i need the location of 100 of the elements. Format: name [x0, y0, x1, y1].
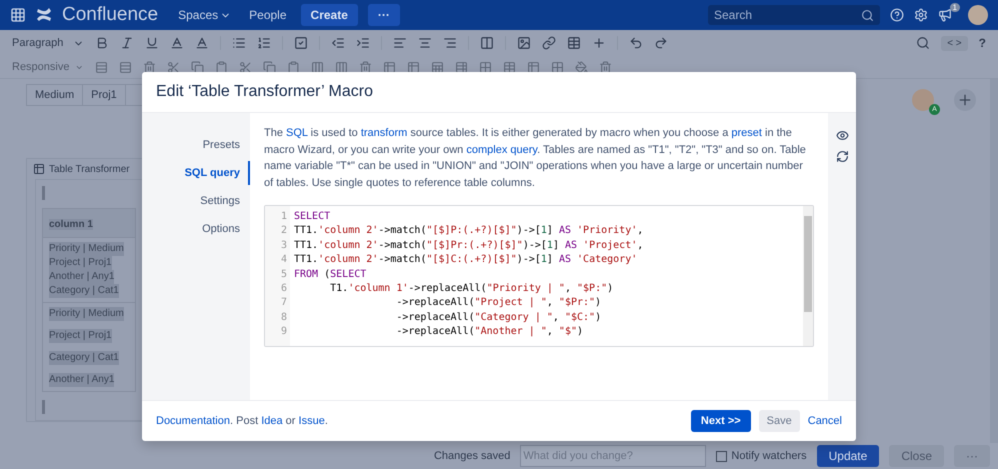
- header-row-icon[interactable]: [383, 60, 396, 74]
- notification-icon[interactable]: [938, 8, 952, 22]
- table-icon[interactable]: [455, 60, 468, 74]
- next-button[interactable]: Next >>: [690, 410, 751, 432]
- bullet-list-icon[interactable]: [232, 36, 246, 50]
- footer-link[interactable]: Idea: [261, 415, 283, 427]
- text-style-icon[interactable]: [195, 36, 209, 50]
- redo-icon[interactable]: [654, 36, 668, 50]
- cell-text: Project | Proj1: [49, 256, 112, 270]
- dialog-tab[interactable]: SQL query: [142, 161, 250, 185]
- notification-count: 1: [950, 3, 960, 12]
- logo-icon[interactable]: [36, 8, 52, 22]
- code-line: FROM (SELECT: [294, 268, 368, 282]
- indent-icon[interactable]: [356, 36, 370, 50]
- underline-icon[interactable]: [145, 36, 159, 50]
- code-line: ->replaceAll("Another | ", "$"): [395, 325, 584, 340]
- scrollbar[interactable]: [803, 206, 813, 346]
- insert-icon[interactable]: [592, 36, 606, 50]
- table-cell: Medium: [27, 85, 84, 105]
- delete-column-icon[interactable]: [359, 60, 372, 74]
- update-button[interactable]: Update: [816, 445, 880, 467]
- sql-editor[interactable]: [264, 205, 814, 347]
- code-line: TT1.'column 2'->match("[$]P:(.+?)[$]")->[1] AS 'Priority',: [294, 224, 644, 238]
- more-button[interactable]: ···: [368, 4, 400, 26]
- line-number: 9: [280, 325, 287, 340]
- table-icon[interactable]: [567, 36, 581, 50]
- create-button[interactable]: Create: [300, 4, 358, 26]
- help-link[interactable]: complex query: [466, 144, 538, 156]
- search-icon[interactable]: [916, 36, 930, 50]
- search-field[interactable]: Search: [708, 5, 880, 25]
- help-link[interactable]: SQL: [286, 127, 308, 139]
- layout-icon[interactable]: [480, 36, 494, 50]
- fill-icon[interactable]: [575, 60, 588, 74]
- cell-text: Category | Cat1: [49, 351, 119, 365]
- cell-text: Priority | Medium: [49, 307, 124, 321]
- delete-row-icon[interactable]: [143, 60, 156, 74]
- line-number: 6: [280, 282, 287, 296]
- copy-icon[interactable]: [191, 60, 204, 74]
- code-line: ->replaceAll("Category | ", "$C:"): [395, 310, 602, 325]
- user-avatar[interactable]: [968, 5, 988, 25]
- copy-column-icon[interactable]: [263, 60, 276, 74]
- dialog-tab[interactable]: Settings: [142, 189, 250, 213]
- help-link[interactable]: transform: [360, 127, 408, 139]
- cancel-link[interactable]: Cancel: [808, 415, 842, 427]
- line-number: 5: [280, 268, 287, 282]
- align-left-icon[interactable]: [393, 36, 407, 50]
- help-icon[interactable]: [890, 8, 904, 22]
- dialog-tab[interactable]: Presets: [142, 133, 250, 157]
- dialog-tab[interactable]: Options: [142, 217, 250, 241]
- align-right-icon[interactable]: [443, 36, 457, 50]
- nav-link[interactable]: Spaces: [174, 8, 236, 22]
- task-icon[interactable]: [294, 36, 308, 50]
- line-number: 1: [280, 210, 287, 224]
- line-number: 3: [280, 238, 287, 253]
- numbered-list-icon[interactable]: [257, 36, 271, 50]
- undo-icon[interactable]: [629, 36, 643, 50]
- code-line: ->replaceAll("Project | ", "$Pr:"): [395, 296, 602, 310]
- add-column-icon[interactable]: [335, 60, 348, 74]
- cell-text: Another | Any1: [49, 270, 114, 284]
- help-link[interactable]: preset: [731, 127, 762, 139]
- footer-link[interactable]: Issue: [298, 415, 325, 427]
- italic-icon[interactable]: [120, 36, 134, 50]
- cell-text: Priority | Medium: [49, 242, 124, 256]
- preview-icon[interactable]: [836, 129, 848, 142]
- macro-icon: [33, 163, 45, 175]
- line-number: 4: [280, 253, 287, 268]
- image-icon[interactable]: [517, 36, 531, 50]
- save-button[interactable]: Save: [758, 410, 800, 432]
- cursor-mark: [42, 400, 45, 414]
- text-color-icon[interactable]: [170, 36, 184, 50]
- cut-icon[interactable]: [167, 60, 180, 74]
- link-icon[interactable]: [542, 36, 556, 50]
- line-number: 7: [280, 296, 287, 310]
- search-icon: [861, 8, 874, 22]
- code-line: T1.'column 1'->replaceAll("Priority | ", "$P:"): [329, 282, 614, 296]
- outdent-icon[interactable]: [331, 36, 345, 50]
- settings-icon[interactable]: [914, 8, 928, 22]
- insert-column-icon[interactable]: [311, 60, 324, 74]
- code-line: TT1.'column 2'->match("[$]Pr:(.+?)[$]")->[1] AS 'Project',: [294, 238, 644, 253]
- help-link[interactable]: ?: [978, 36, 986, 50]
- column-header: column 1: [49, 219, 93, 230]
- notify-checkbox[interactable]: Notify watchers: [716, 450, 807, 462]
- refresh-icon[interactable]: [836, 150, 848, 163]
- paragraph-dropdown[interactable]: Paragraph: [12, 37, 84, 49]
- product-name: Confluence: [62, 4, 158, 26]
- cell-text: Another | Any1: [49, 373, 114, 387]
- apps-icon[interactable]: [10, 7, 26, 23]
- align-center-icon[interactable]: [418, 36, 432, 50]
- cut-column-icon[interactable]: [239, 60, 252, 74]
- header-column-icon[interactable]: [407, 60, 420, 74]
- plus-icon: [957, 92, 973, 108]
- nav-link[interactable]: People: [245, 8, 291, 22]
- cell-text: Project | Proj1: [49, 329, 112, 343]
- delete-table-icon[interactable]: [599, 60, 612, 74]
- code-line: SELECT: [294, 210, 332, 224]
- footer-link[interactable]: Documentation: [156, 415, 230, 427]
- source-toggle[interactable]: < >: [941, 36, 968, 50]
- add-button[interactable]: [954, 89, 976, 111]
- save-status: Changes saved: [434, 450, 510, 462]
- bold-icon[interactable]: [95, 36, 109, 50]
